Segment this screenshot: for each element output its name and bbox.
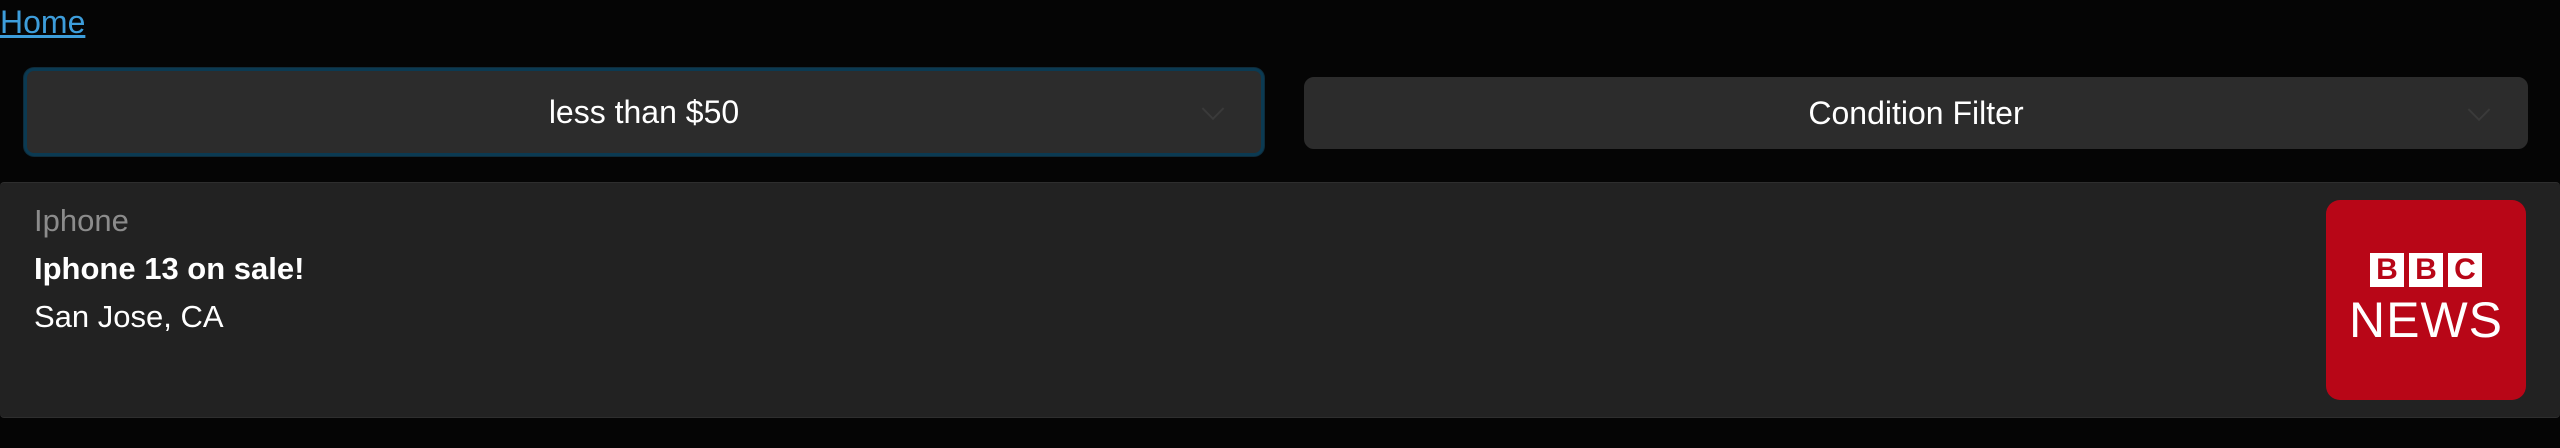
listing-thumbnail: B B C NEWS [2326,200,2526,400]
bbc-logo-news: NEWS [2349,292,2503,348]
listing-title: Iphone 13 on sale! [34,251,305,286]
listing-location: San Jose, CA [34,299,224,334]
listing-category: Iphone [34,203,129,238]
bbc-logo-letter: B [2370,253,2404,287]
listing-card[interactable]: Iphone Iphone 13 on sale! San Jose, CA B… [0,182,2560,418]
bbc-logo-blocks: B B C [2370,253,2482,287]
price-filter-value: less than $50 [548,93,740,130]
chevron-down-icon [2467,98,2491,122]
chevron-down-icon [1201,97,1225,121]
condition-filter-value: Condition Filter [1808,94,2024,131]
price-filter-select[interactable]: less than $50 [24,68,1264,156]
home-link[interactable]: Home [0,2,85,42]
condition-filter-select[interactable]: Condition Filter [1304,77,2528,149]
page: Home less than $50 Condition Filter Ipho… [0,0,2560,448]
bbc-logo-letter: C [2448,253,2482,287]
filters-bar: less than $50 Condition Filter [0,68,2560,158]
bbc-logo-letter: B [2409,253,2443,287]
